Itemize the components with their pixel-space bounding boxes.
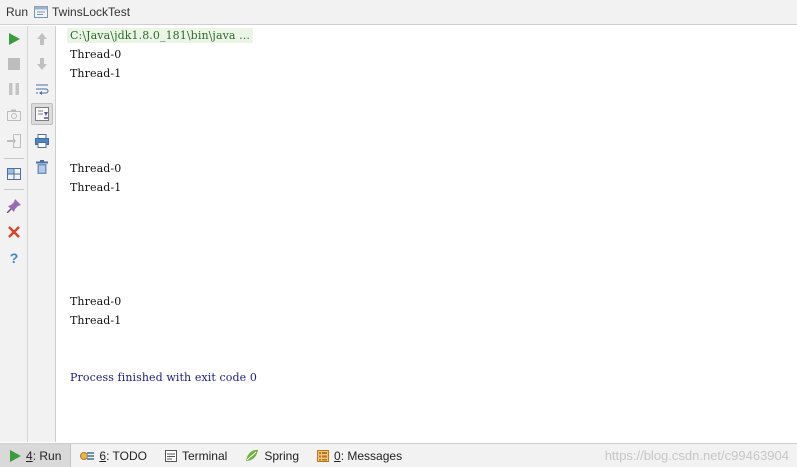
output-line: Thread-1: [70, 67, 122, 80]
layout-icon: [7, 168, 21, 180]
tool-window-bar: 4: Run 6: TODO Terminal Spring 0: Messag…: [0, 443, 797, 467]
help-button[interactable]: ?: [3, 247, 25, 269]
print-button[interactable]: [31, 130, 53, 152]
clear-all-button[interactable]: [31, 156, 53, 178]
previous-occurrence-button[interactable]: [31, 28, 53, 50]
pin-icon: [7, 199, 21, 213]
panel-label: Run: [6, 5, 29, 19]
command-line[interactable]: C:\Java\jdk1.8.0_181\bin\java ...: [67, 28, 253, 43]
dump-threads-button[interactable]: [3, 104, 25, 126]
output-line: Thread-0: [70, 48, 122, 61]
scroll-to-end-icon: [35, 107, 49, 121]
run-actions-toolbar: ?: [0, 26, 28, 442]
soft-wrap-icon: [36, 84, 49, 95]
tab-label: : TODO: [106, 448, 147, 463]
scroll-to-end-button[interactable]: [31, 103, 53, 125]
pin-tab-button[interactable]: [3, 195, 25, 217]
tab-mnemonic: 6: [99, 448, 107, 463]
close-icon: [8, 226, 20, 238]
tab-terminal[interactable]: Terminal: [156, 444, 236, 467]
output-line: Thread-1: [70, 314, 122, 327]
pause-icon: [9, 83, 19, 95]
output-line: Thread-1: [70, 181, 122, 194]
print-icon: [35, 134, 49, 148]
run-icon: [9, 33, 20, 45]
exit-icon: [7, 134, 21, 148]
console-output[interactable]: C:\Java\jdk1.8.0_181\bin\java ... Thread…: [57, 26, 797, 442]
tab-label: Spring: [264, 448, 300, 463]
tab-messages[interactable]: 0: Messages: [308, 444, 411, 467]
tab-mnemonic: 4: [26, 448, 33, 463]
todo-icon: [80, 451, 95, 460]
tab-spring[interactable]: Spring: [236, 444, 308, 467]
rerun-button[interactable]: [3, 28, 25, 50]
output-line: Thread-0: [70, 162, 122, 175]
tab-label: : Messages: [340, 448, 403, 463]
help-icon: ?: [10, 251, 19, 265]
terminal-icon: [164, 449, 177, 462]
trash-icon: [36, 160, 48, 174]
spring-icon: [246, 449, 259, 461]
soft-wrap-button[interactable]: [31, 78, 53, 100]
run-icon: [10, 449, 21, 462]
messages-icon: [317, 449, 330, 462]
down-icon: [37, 58, 47, 70]
restore-layout-button[interactable]: [3, 163, 25, 185]
tab-label: Terminal: [181, 448, 228, 463]
up-icon: [37, 33, 47, 45]
run-panel-header: Run TwinsLockTest: [0, 0, 797, 25]
tab-todo[interactable]: 6: TODO: [71, 444, 156, 467]
tab-mnemonic: 0: [334, 448, 341, 463]
run-config-tab[interactable]: TwinsLockTest: [52, 5, 130, 19]
next-occurrence-button[interactable]: [31, 53, 53, 75]
tab-run[interactable]: 4: Run: [0, 443, 72, 467]
exit-message: Process finished with exit code 0: [70, 371, 257, 384]
tab-label: : Run: [32, 448, 62, 463]
stop-button[interactable]: [3, 53, 25, 75]
stop-icon: [8, 58, 20, 70]
output-line: Thread-0: [70, 295, 122, 308]
console-actions-toolbar: [28, 26, 56, 442]
camera-icon: [7, 109, 21, 121]
config-icon: [34, 6, 49, 18]
close-panel-button[interactable]: [3, 221, 25, 243]
watermark: https://blog.csdn.net/c99463904: [604, 448, 789, 463]
pause-button[interactable]: [3, 78, 25, 100]
exit-button[interactable]: [3, 130, 25, 152]
svg-text:?: ?: [10, 251, 19, 265]
